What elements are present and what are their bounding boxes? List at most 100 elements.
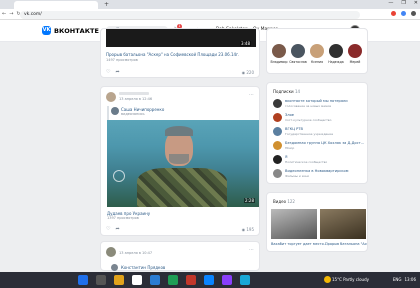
watermark-logo [113,170,125,182]
tab-vk[interactable] [14,1,98,9]
friend-name: Владимир [270,60,288,64]
avatar [273,99,282,108]
beard-shape [169,154,189,164]
group-desc: Фильмы и кино [285,174,310,178]
chrome-icon[interactable] [132,275,142,285]
group-name: Я [285,155,288,159]
video-title[interactable]: Прорыв батальона "Аскер" на Софиевской П… [106,52,239,57]
new-tab-button[interactable]: + [104,1,109,8]
video-thumbnail[interactable] [320,209,366,239]
video-title[interactable]: Вахабит торгует дает место... [271,242,327,246]
vk-logo[interactable]: VK ВКОНТАКТЕ [42,26,99,35]
group-desc: пост-культурное сообщество [285,118,332,122]
video-block: Видео 122 Вахабит торгует дает место... … [266,192,368,252]
group-name: Бездомная группа ЦК Хохляк за Д-Дост... [285,141,365,145]
views-value: 195 [246,227,254,232]
group-name: Злое [285,113,295,117]
avatar[interactable] [111,107,119,115]
language-indicator[interactable]: ENG [393,277,402,282]
section-count: 14 [294,89,301,94]
video-duration: 3:48 [240,41,251,46]
windows-start-icon[interactable] [78,275,88,285]
video-duration: 2:28 [244,198,255,203]
friend-item[interactable]: Ксения [308,44,326,64]
weather-text[interactable]: 15°C Partly cloudy [332,277,369,282]
taskbar: 15°C Partly cloudy ENG 13:06 [0,272,420,288]
list-item[interactable]: ВГКЦ РТВ Государственное учреждение [273,127,367,137]
url-input[interactable]: vk.com/ [20,10,360,19]
edge-icon[interactable] [204,275,214,285]
like-icon[interactable]: ♡ [106,226,110,232]
avatar[interactable] [106,247,116,257]
views-count: ◉ 220 [242,70,254,75]
section-title[interactable]: Видео 122 [273,199,295,204]
extensions [391,11,416,16]
video-thumbnail[interactable]: 2:28 [107,120,259,207]
group-desc: Юмор [285,146,295,150]
friend-name: Надежда [328,60,344,64]
hat-shape [165,126,193,136]
app-icon[interactable] [186,275,196,285]
close-window-button[interactable]: ✕ [414,0,418,6]
system-tray: ENG 13:06 [393,277,416,282]
profile-icon[interactable] [411,11,416,16]
group-desc: Государственное учреждение [285,132,334,136]
post-date[interactable]: 13 апреля в 12:46 [119,97,152,101]
video-title[interactable]: Прорыв батальона "Аскер"... [325,242,367,246]
list-item[interactable]: Видеопленка в Новоквартирском Фильмы и к… [273,169,367,179]
avatar[interactable] [106,92,116,102]
more-icon[interactable]: ⋯ [249,247,254,253]
word-icon[interactable] [150,275,160,285]
app-icon[interactable] [222,275,232,285]
excel-icon[interactable] [168,275,178,285]
views-value: 220 [246,70,254,75]
minimize-button[interactable]: — [388,0,393,6]
share-icon[interactable]: ➦ [115,226,119,232]
post-date[interactable]: 13 апреля в 10:47 [119,251,152,255]
window-controls: — ❐ ✕ [388,0,418,6]
repost-author[interactable]: Константин Прядков [121,265,165,270]
author-name-placeholder [119,92,149,95]
address-bar-row: ← → ↻ vk.com/ [0,9,420,20]
friend-item[interactable]: Мерей [346,44,364,64]
section-count: 122 [287,199,295,204]
avatar [272,44,286,58]
friend-item[interactable]: Владимир [270,44,288,64]
vk-logo-text: ВКОНТАКТЕ [54,26,99,35]
friend-item[interactable]: Святослав [289,44,307,64]
file-explorer-icon[interactable] [114,275,124,285]
back-icon[interactable]: ← [2,11,6,17]
friend-item[interactable]: Надежда [327,44,345,64]
list-item[interactable]: Злое пост-культурное сообщество [273,113,367,123]
telegram-icon[interactable] [240,275,250,285]
avatar [310,44,324,58]
nav-buttons: ← → ↻ [2,11,21,17]
feed-post: 3:48 Прорыв батальона "Аскер" на Софиевс… [100,28,260,78]
section-title-text: Видео [273,199,287,204]
like-icon[interactable]: ♡ [106,69,110,75]
avatar [273,127,282,136]
search-icon[interactable] [96,275,106,285]
forward-icon[interactable]: → [9,11,13,17]
share-icon[interactable]: ➦ [115,69,119,75]
list-item[interactable]: Я Политическое сообщество [273,155,367,165]
group-name: вконтакте который мы потеряли [285,99,348,103]
avatar[interactable] [111,264,118,271]
extension-icon[interactable] [391,11,396,16]
friend-name: Мерей [349,60,361,64]
clock[interactable]: 13:06 [404,277,416,282]
video-thumbnail[interactable] [106,29,256,47]
list-item[interactable]: вконтакте который мы потеряли голосовани… [273,99,367,109]
more-icon[interactable]: ⋯ [249,92,254,98]
browser-tab-bar: + — ❐ ✕ [0,0,420,9]
maximize-button[interactable]: ❐ [401,0,405,6]
avatar [273,155,282,164]
group-desc: голосование за новых мемов [285,104,331,108]
friends-block: Владимир Святослав Ксения Надежда Мерей [266,28,368,74]
video-thumbnail[interactable] [271,209,317,239]
group-name: ВГКЦ РТВ [285,127,303,131]
post-actions: ♡ ➦ [106,226,120,232]
list-item[interactable]: Бездомная группа ЦК Хохляк за Д-Дост... … [273,141,367,151]
extension-icon[interactable] [401,11,406,16]
section-title[interactable]: Подписки 14 [273,89,300,94]
